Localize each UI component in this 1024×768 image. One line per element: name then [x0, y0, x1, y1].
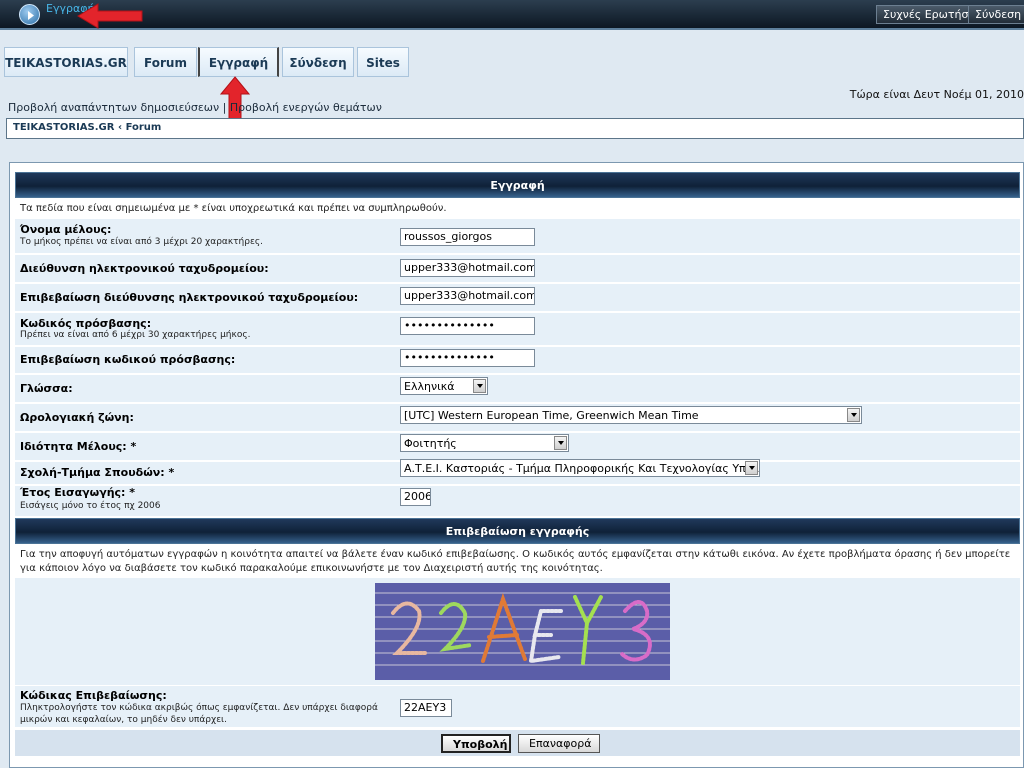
password-confirm-input[interactable]: •••••••••••••• — [400, 349, 535, 367]
language-label: Γλώσσα: — [20, 382, 73, 395]
red-arrow-left-icon — [77, 3, 143, 29]
top-bar: Εγγραφή Συχνές Ερωτήσεις Σύνδεση — [0, 0, 1024, 30]
language-select-value: Ελληνικά — [404, 380, 455, 393]
username-input[interactable]: roussos_giorgos — [400, 228, 535, 246]
member-type-select-value: Φοιτητής — [404, 437, 457, 450]
username-label: Όνομα μέλους: — [20, 223, 112, 236]
year-input[interactable]: 2006 — [400, 488, 431, 506]
active-topics-link[interactable]: Προβολή ενεργών θεμάτων — [230, 101, 382, 114]
department-select-value: Α.Τ.Ε.Ι. Καστοριάς - Τμήμα Πληροφορικής … — [404, 462, 759, 475]
registration-header: Εγγραφή — [15, 172, 1020, 198]
captcha-area — [15, 578, 1020, 685]
confirm-note: Για την αποφυγή αυτόματων εγγραφών η κοι… — [15, 545, 1020, 577]
reset-button[interactable]: Επαναφορά — [518, 734, 600, 753]
member-type-label: Ιδιότητα Μέλους: * — [20, 440, 137, 453]
tab-sites[interactable]: Sites — [357, 47, 409, 77]
timezone-select[interactable]: [UTC] Western European Time, Greenwich M… — [400, 406, 862, 424]
email-row: Διεύθυνση ηλεκτρονικού ταχυδρομείου: upp… — [15, 255, 1020, 283]
password-confirm-row: Επιβεβαίωση κωδικού πρόσβασης: •••••••••… — [15, 347, 1020, 374]
required-note: Τα πεδία που είναι σημειωμένα με * είναι… — [15, 200, 1020, 218]
chevron-down-icon[interactable] — [473, 379, 486, 393]
department-label: Σχολή-Τμήμα Σπουδών: * — [20, 466, 175, 479]
language-row: Γλώσσα: Ελληνικά — [15, 375, 1020, 403]
timezone-label: Ωρολογιακή ζώνη: — [20, 411, 134, 424]
registration-panel: Εγγραφή Τα πεδία που είναι σημειωμένα με… — [9, 162, 1024, 768]
email-label: Διεύθυνση ηλεκτρονικού ταχυδρομείου: — [20, 262, 269, 275]
password-confirm-label: Επιβεβαίωση κωδικού πρόσβασης: — [20, 353, 236, 366]
year-row: Έτος Εισαγωγής: * Εισάγεις μόνο το έτος … — [15, 486, 1020, 517]
tab-login[interactable]: Σύνδεση — [282, 47, 354, 77]
captcha-image — [375, 583, 670, 680]
username-row: Όνομα μέλους: Το μήκος πρέπει να είναι α… — [15, 219, 1020, 254]
captcha-code-input[interactable]: 22AEY3 — [400, 699, 452, 717]
breadcrumb: TEIKASTORIAS.GR ‹ Forum — [6, 118, 1024, 139]
password-hint: Πρέπει να είναι από 6 μέχρι 30 χαρακτήρε… — [20, 330, 251, 340]
tab-register[interactable]: Εγγραφή — [198, 47, 279, 77]
breadcrumb-sep: ‹ — [114, 122, 126, 133]
language-select[interactable]: Ελληνικά — [400, 377, 488, 395]
password-row: Κωδικός πρόσβασης: Πρέπει να είναι από 6… — [15, 313, 1020, 346]
captcha-code-hint: Πληκτρολογήστε τον κώδικα ακριβώς όπως ε… — [20, 703, 378, 725]
chevron-down-icon[interactable] — [554, 436, 567, 450]
username-hint: Το μήκος πρέπει να είναι από 3 μέχρι 20 … — [20, 237, 263, 247]
year-hint: Εισάγεις μόνο το έτος πχ 2006 — [20, 501, 161, 511]
nav-links: Προβολή αναπάντητων δημοσιεύσεων | Προβο… — [8, 101, 382, 114]
captcha-code-row: Κώδικας Επιβεβαίωσης: Πληκτρολογήστε τον… — [15, 686, 1020, 728]
top-login-button[interactable]: Σύνδεση — [968, 5, 1024, 24]
breadcrumb-forum[interactable]: Forum — [126, 122, 162, 133]
form-actions: Υποβολή Επαναφορά — [15, 730, 1020, 756]
department-row: Σχολή-Τμήμα Σπουδών: * Α.Τ.Ε.Ι. Καστοριά… — [15, 459, 1020, 485]
timezone-row: Ωρολογιακή ζώνη: [UTC] Western European … — [15, 404, 1020, 432]
submit-button[interactable]: Υποβολή — [441, 734, 511, 753]
tab-home[interactable]: TEIKASTORIAS.GR — [4, 47, 128, 77]
email-confirm-row: Επιβεβαίωση διεύθυνσης ηλεκτρονικού ταχυ… — [15, 284, 1020, 312]
department-select[interactable]: Α.Τ.Ε.Ι. Καστοριάς - Τμήμα Πληροφορικής … — [400, 459, 760, 477]
chevron-down-icon[interactable] — [847, 408, 860, 422]
captcha-code-label: Κώδικας Επιβεβαίωσης: — [20, 689, 167, 702]
email-input[interactable]: upper333@hotmail.com — [400, 259, 535, 277]
nav-separator: | — [219, 101, 230, 114]
tab-forum[interactable]: Forum — [134, 47, 197, 77]
year-label: Έτος Εισαγωγής: * — [20, 486, 136, 499]
password-label: Κωδικός πρόσβασης: — [20, 317, 152, 330]
site-logo-icon[interactable] — [19, 4, 40, 25]
member-type-select[interactable]: Φοιτητής — [400, 434, 569, 452]
member-type-row: Ιδιότητα Μέλους: * Φοιτητής — [15, 433, 1020, 461]
current-datetime: Τώρα είναι Δευτ Νοέμ 01, 2010 — [849, 88, 1024, 101]
email-confirm-input[interactable]: upper333@hotmail.com — [400, 287, 535, 305]
chevron-down-icon[interactable] — [745, 461, 758, 475]
email-confirm-label: Επιβεβαίωση διεύθυνσης ηλεκτρονικού ταχυ… — [20, 291, 359, 304]
password-input[interactable]: •••••••••••••• — [400, 317, 535, 335]
unanswered-posts-link[interactable]: Προβολή αναπάντητων δημοσιεύσεων — [8, 101, 219, 114]
timezone-select-value: [UTC] Western European Time, Greenwich M… — [404, 409, 699, 422]
breadcrumb-root[interactable]: TEIKASTORIAS.GR — [13, 122, 114, 133]
confirm-header: Επιβεβαίωση εγγραφής — [15, 518, 1020, 544]
